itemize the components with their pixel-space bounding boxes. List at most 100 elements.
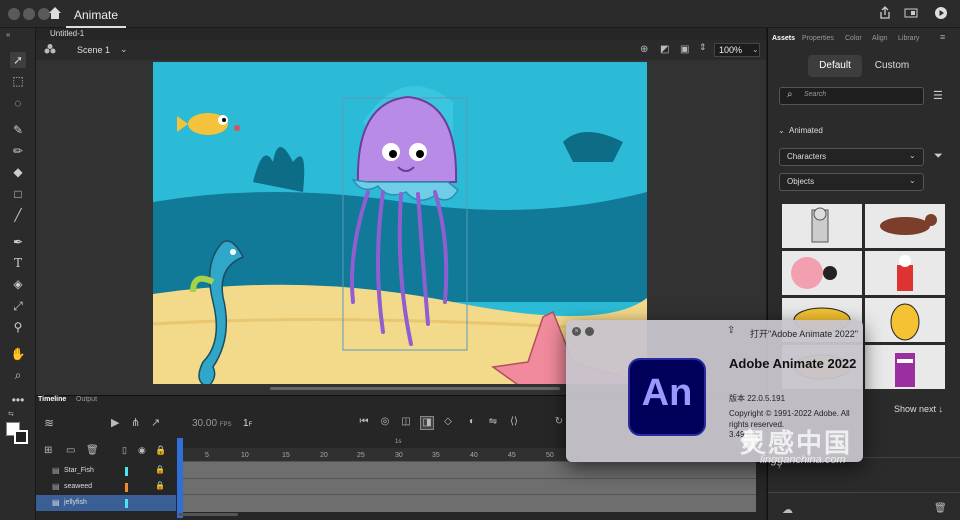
eraser-tool-icon[interactable]: ◆ xyxy=(10,164,26,180)
insert-keyframe-icon[interactable]: ◇ xyxy=(441,416,455,430)
asset-thumbnail-wolf[interactable] xyxy=(865,204,945,248)
subcategory-dropdown[interactable]: Objects xyxy=(779,173,924,191)
list-view-icon[interactable]: ☰ xyxy=(933,89,943,102)
new-layer-icon[interactable]: ⊞ xyxy=(44,445,52,456)
tab-timeline[interactable]: Timeline xyxy=(38,396,66,403)
asset-thumbnail-ninja[interactable] xyxy=(865,345,945,389)
graph-icon[interactable]: ↗ xyxy=(151,416,160,429)
asset-thumbnail-santa[interactable] xyxy=(865,251,945,295)
ruler-mark: 20 xyxy=(320,452,328,459)
tab-align[interactable]: Align xyxy=(872,35,888,42)
play-icon[interactable] xyxy=(934,6,952,22)
layer-parenting-icon[interactable]: ⋔ xyxy=(131,416,140,429)
asset-thumbnail-snail[interactable] xyxy=(782,251,862,295)
lock-icon[interactable]: 🔒 xyxy=(155,465,165,474)
app-tab[interactable]: Animate xyxy=(66,2,127,28)
layer-name: jellyfish xyxy=(64,499,87,506)
chevron-down-icon[interactable]: ⌄ xyxy=(120,44,128,55)
pin-tool-icon[interactable]: ⚲ xyxy=(10,319,26,335)
tween-icon[interactable]: ◐ xyxy=(465,416,479,430)
custom-button[interactable]: Custom xyxy=(870,55,914,77)
cloud-icon[interactable]: ☁ xyxy=(782,503,793,516)
symbol-icon[interactable] xyxy=(44,43,56,55)
ruler-mark: 5 xyxy=(205,452,209,459)
document-tab[interactable]: Untitled-1 xyxy=(50,28,84,40)
filter-icon[interactable]: ⏷ xyxy=(934,150,943,163)
lock-icon[interactable]: 🔒 xyxy=(155,481,165,490)
selection-tool-icon[interactable]: ➚ xyxy=(10,52,26,68)
horizontal-scrollbar[interactable] xyxy=(270,387,560,390)
collapse-icon[interactable]: « xyxy=(6,30,10,39)
fit-stage-icon[interactable]: ▣ xyxy=(680,44,692,56)
camera-icon[interactable]: ▶ xyxy=(111,416,119,429)
free-transform-tool-icon[interactable]: ⬚ xyxy=(10,73,26,89)
loop-icon[interactable]: ↻ xyxy=(552,416,566,430)
layers-icon[interactable]: ≋ xyxy=(44,416,58,430)
chevron-down-icon[interactable]: ⌄ xyxy=(778,126,785,135)
workspace-icon[interactable] xyxy=(904,6,922,22)
asset-thumbnail-mummy[interactable] xyxy=(782,204,862,248)
eyedropper-tool-icon[interactable]: ⤢ xyxy=(10,298,26,314)
clip-icon[interactable]: ◩ xyxy=(660,44,672,56)
keyframe-nav-icon[interactable]: ⟨⟩ xyxy=(507,416,521,430)
vertical-scrollbar[interactable] xyxy=(784,150,790,190)
pen-tool-icon[interactable]: ✒ xyxy=(10,234,26,250)
home-icon[interactable] xyxy=(48,6,66,22)
layer-icon: ▤ xyxy=(52,466,60,475)
delete-layer-icon[interactable]: 🗑 xyxy=(86,445,99,456)
divider xyxy=(768,492,960,493)
panel-menu-icon[interactable]: ≡ xyxy=(940,32,945,42)
pencil-tool-icon[interactable]: ✏ xyxy=(10,143,26,159)
tab-library[interactable]: Library xyxy=(898,35,919,42)
zoom-stepper-icon[interactable]: ⇕ xyxy=(699,42,709,56)
text-tool-icon[interactable]: T xyxy=(10,255,26,271)
share-icon[interactable]: ⇪ xyxy=(727,325,735,336)
show-next-button[interactable]: Show next ↓ xyxy=(894,404,943,414)
section-animated[interactable]: Animated xyxy=(789,126,823,135)
timeline-scrollbar[interactable] xyxy=(178,513,238,516)
scene-bar xyxy=(36,40,766,60)
outline-icon[interactable]: ▯ xyxy=(122,445,127,456)
new-folder-icon[interactable]: ▭ xyxy=(66,445,75,456)
crosshair-icon[interactable]: ⊕ xyxy=(640,44,652,56)
category-dropdown[interactable]: Characters xyxy=(779,148,924,166)
close-window-button[interactable] xyxy=(8,8,20,20)
layer-row[interactable]: ▤ jellyfish xyxy=(36,495,176,511)
chevron-down-icon[interactable]: ⌄ xyxy=(752,45,759,54)
motion-tween-icon[interactable]: ⇋ xyxy=(486,416,500,430)
tab-properties[interactable]: Properties xyxy=(802,35,834,42)
center-frame-icon[interactable]: ◎ xyxy=(378,416,392,430)
tab-output[interactable]: Output xyxy=(76,396,97,403)
search-input[interactable] xyxy=(779,87,924,105)
zoom-tool-icon[interactable]: ⌕ xyxy=(10,367,26,383)
ruler-seconds: 1s xyxy=(395,439,402,445)
scene-name[interactable]: Scene 1 xyxy=(77,45,110,55)
minimize-window-button[interactable] xyxy=(23,8,35,20)
default-button[interactable]: Default xyxy=(808,55,862,77)
paint-bucket-tool-icon[interactable]: ◈ xyxy=(10,276,26,292)
delete-icon[interactable]: 🗑 xyxy=(934,503,947,514)
asset-thumbnail-dog-2[interactable] xyxy=(865,298,945,342)
hand-tool-icon[interactable]: ✋ xyxy=(10,346,26,362)
dialog-close-button[interactable]: × xyxy=(572,327,581,336)
lock-icon[interactable]: 🔒 xyxy=(155,445,166,456)
dialog-minimize-button[interactable] xyxy=(585,327,594,336)
swap-colors-icon[interactable]: ⇆ xyxy=(8,410,18,418)
frames-grid[interactable] xyxy=(178,462,756,512)
lasso-tool-icon[interactable]: ◌ xyxy=(10,95,26,111)
first-frame-icon[interactable]: ⏮ xyxy=(357,416,371,430)
playhead[interactable] xyxy=(177,438,183,518)
edit-multiple-frames-icon[interactable]: ◨ xyxy=(420,416,434,430)
more-tools-icon[interactable]: ••• xyxy=(10,392,26,408)
onion-skin-icon[interactable]: ◫ xyxy=(399,416,413,430)
rectangle-tool-icon[interactable]: □ xyxy=(10,186,26,202)
tab-assets[interactable]: Assets xyxy=(772,35,795,42)
share-icon[interactable] xyxy=(878,6,896,22)
line-tool-icon[interactable]: ╱ xyxy=(10,207,26,223)
hide-icon[interactable]: ◉ xyxy=(138,445,146,456)
tab-color[interactable]: Color xyxy=(845,35,862,42)
layer-name: Star_Fish xyxy=(64,467,94,474)
ruler-mark: 30 xyxy=(395,452,403,459)
brush-tool-icon[interactable]: ✎ xyxy=(10,122,26,138)
fill-color-swatch[interactable] xyxy=(14,430,28,444)
